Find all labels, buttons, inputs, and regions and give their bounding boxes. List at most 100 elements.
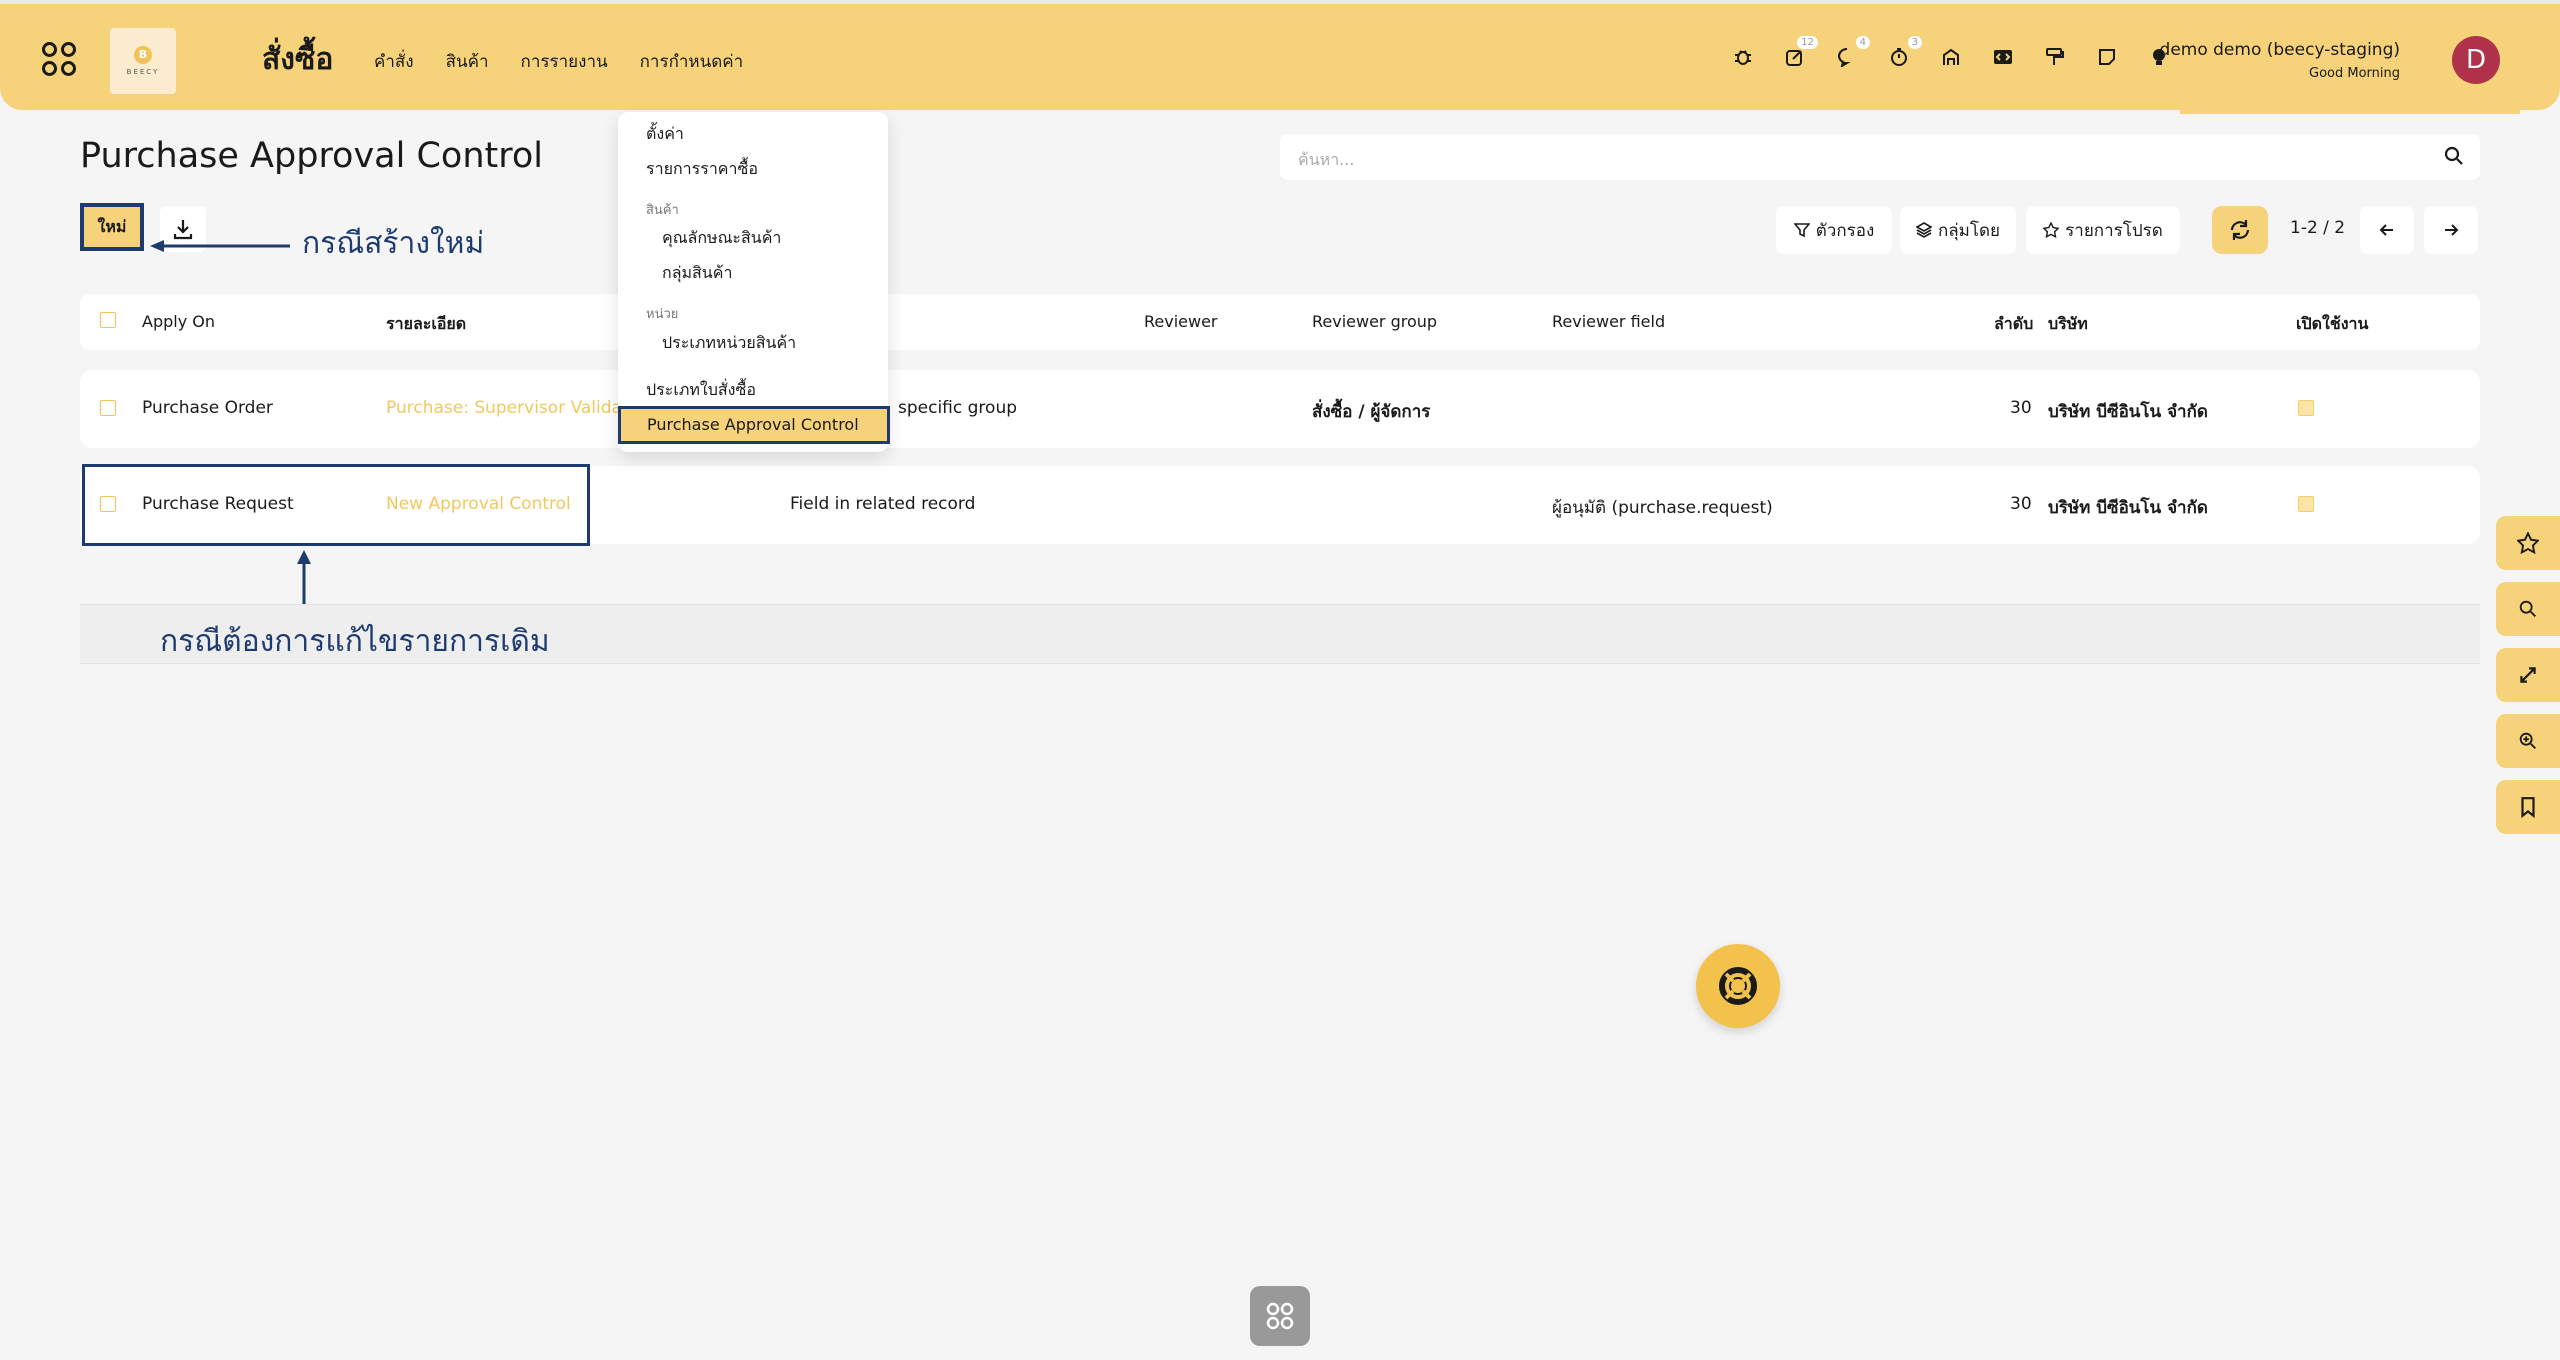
activity-badge: 12 (1797, 36, 1818, 49)
timer-badge: 3 (1907, 36, 1922, 49)
bookmark-icon (2521, 797, 2535, 818)
code-icon[interactable] (1990, 44, 2016, 70)
new-button[interactable]: ใหม่ (80, 203, 144, 251)
dropdown-pricelist[interactable]: รายการราคาซื้อ (646, 157, 758, 182)
menu-reporting[interactable]: การรายงาน (521, 48, 608, 75)
dropdown-purchase-approval-control[interactable]: Purchase Approval Control (618, 406, 890, 444)
menu-configuration[interactable]: การกำหนดค่า (640, 48, 744, 75)
search-icon[interactable] (2442, 144, 2466, 168)
dropdown-po-types[interactable]: ประเภทใบสั่งซื้อ (646, 378, 756, 403)
zoom-in-icon (2519, 732, 2536, 749)
table-header: Apply On รายละเอียด Reviewer Reviewer gr… (80, 294, 2480, 350)
cell-sequence: 30 (2010, 398, 2032, 418)
cell-company: บริษัท บีซีอินโน จำกัด (2048, 402, 2208, 422)
annotation-edit-case: กรณีต้องการแก้ไขรายการเดิม (160, 624, 550, 659)
top-navbar: B BEECY สั่งซื้อ คำสั่ง สินค้า การรายงาน… (0, 0, 2560, 114)
configuration-dropdown: ตั้งค่า รายการราคาซื้อ สินค้า คุณลักษณะส… (618, 112, 890, 452)
side-bookmark-button[interactable] (2496, 780, 2560, 834)
cell-reviewer-type: specific group (898, 398, 1018, 418)
note-icon[interactable] (2094, 44, 2120, 70)
active-checkbox (2298, 400, 2314, 416)
arrow-right-icon (2445, 224, 2459, 236)
user-avatar[interactable]: D (2452, 36, 2500, 84)
filter-button[interactable]: ตัวกรอง (1776, 206, 1892, 254)
dropdown-uom-categories[interactable]: ประเภทหน่วยสินค้า (662, 331, 796, 356)
col-company[interactable]: บริษัท (2048, 312, 2088, 337)
help-button[interactable] (1696, 944, 1780, 1028)
page-title: Purchase Approval Control (80, 136, 543, 176)
col-sequence[interactable]: ลำดับ (1994, 312, 2033, 337)
col-description[interactable]: รายละเอียด (386, 312, 466, 337)
bug-icon[interactable] (1730, 44, 1756, 70)
cell-reviewer-field: ผู้อนุมัติ (purchase.request) (1552, 498, 1773, 518)
annotation-new-case: กรณีสร้างใหม่ (302, 226, 485, 261)
search-input[interactable]: ค้นหา... (1280, 134, 2480, 180)
menu-orders[interactable]: คำสั่ง (374, 48, 414, 75)
cell-reviewer-group: สั่งซื้อ / ผู้จัดการ (1312, 402, 1431, 422)
annotation-box-existing-record (82, 464, 590, 546)
dropdown-section-uom: หน่วย (646, 307, 679, 322)
active-checkbox (2298, 496, 2314, 512)
dropdown-section-products: สินค้า (646, 203, 679, 218)
layers-icon (1915, 222, 1932, 238)
star-icon (2517, 532, 2539, 554)
col-reviewer-group[interactable]: Reviewer group (1312, 312, 1437, 331)
cell-description[interactable]: Purchase: Supervisor Validat (386, 398, 629, 418)
top-menu: คำสั่ง สินค้า การรายงาน การกำหนดค่า (374, 48, 743, 75)
timer-icon[interactable]: 3 (1886, 36, 1922, 70)
star-icon (2043, 222, 2060, 238)
groupby-label: กลุ่มโดย (1937, 220, 2001, 241)
annotation-arrow-left (150, 240, 290, 252)
pager-previous-button[interactable] (2360, 206, 2414, 254)
cell-reviewer-type: Field in related record (790, 494, 976, 514)
filter-label: ตัวกรอง (1815, 220, 1875, 241)
cell-apply-on: Purchase Order (142, 398, 273, 418)
paint-roller-icon[interactable] (2042, 44, 2068, 70)
pager-value[interactable]: 1-2 / 2 (2290, 218, 2345, 238)
expand-icon (2520, 667, 2536, 683)
table-row[interactable]: Purchase Order Purchase: Supervisor Vali… (80, 370, 2480, 448)
search-placeholder: ค้นหา... (1298, 150, 1355, 169)
side-search-button[interactable] (2496, 582, 2560, 636)
systray: 12 4 3 (1730, 36, 2172, 70)
company-switch-icon[interactable] (1938, 44, 1964, 70)
chat-icon[interactable]: 4 (1834, 36, 1870, 70)
favorites-label: รายการโปรด (2065, 220, 2163, 241)
col-reviewer-field[interactable]: Reviewer field (1552, 312, 1665, 331)
pager-next-button[interactable] (2424, 206, 2478, 254)
col-apply-on[interactable]: Apply On (142, 312, 215, 331)
annotation-arrow-up (297, 550, 311, 608)
refresh-icon (2230, 220, 2250, 240)
app-title[interactable]: สั่งซื้อ (262, 36, 333, 83)
dropdown-settings[interactable]: ตั้งค่า (646, 122, 684, 147)
side-zoom-button[interactable] (2496, 714, 2560, 768)
arrow-left-icon (2379, 224, 2393, 236)
filter-icon (1793, 223, 1810, 238)
apps-menu-icon[interactable] (42, 42, 78, 78)
chat-badge: 4 (1855, 36, 1870, 49)
user-name: demo demo (beecy-staging) (2159, 40, 2400, 60)
col-active[interactable]: เปิดใช้งาน (2296, 312, 2368, 337)
row-checkbox[interactable] (100, 400, 116, 416)
dropdown-product-categories[interactable]: กลุ่มสินค้า (662, 261, 732, 286)
side-favorite-button[interactable] (2496, 516, 2560, 570)
bottom-apps-button[interactable] (1250, 1286, 1310, 1346)
dropdown-product-attributes[interactable]: คุณลักษณะสินค้า (662, 226, 781, 251)
company-logo: B BEECY (110, 28, 176, 94)
cell-sequence: 30 (2010, 494, 2032, 514)
favorites-button[interactable]: รายการโปรด (2026, 206, 2180, 254)
refresh-button[interactable] (2212, 206, 2268, 254)
groupby-button[interactable]: กลุ่มโดย (1900, 206, 2016, 254)
logo-text: BEECY (126, 68, 160, 76)
cell-company: บริษัท บีซีอินโน จำกัด (2048, 498, 2208, 518)
activity-icon[interactable]: 12 (1782, 36, 1818, 70)
apps-icon (1266, 1302, 1294, 1330)
search-icon (2519, 600, 2536, 617)
col-reviewer[interactable]: Reviewer (1144, 312, 1218, 331)
lifebuoy-icon (1719, 967, 1757, 1005)
user-greeting: Good Morning (2309, 66, 2400, 81)
side-expand-button[interactable] (2496, 648, 2560, 702)
select-all-checkbox[interactable] (100, 312, 116, 328)
menu-products[interactable]: สินค้า (446, 48, 489, 75)
logo-mark: B (134, 46, 152, 64)
